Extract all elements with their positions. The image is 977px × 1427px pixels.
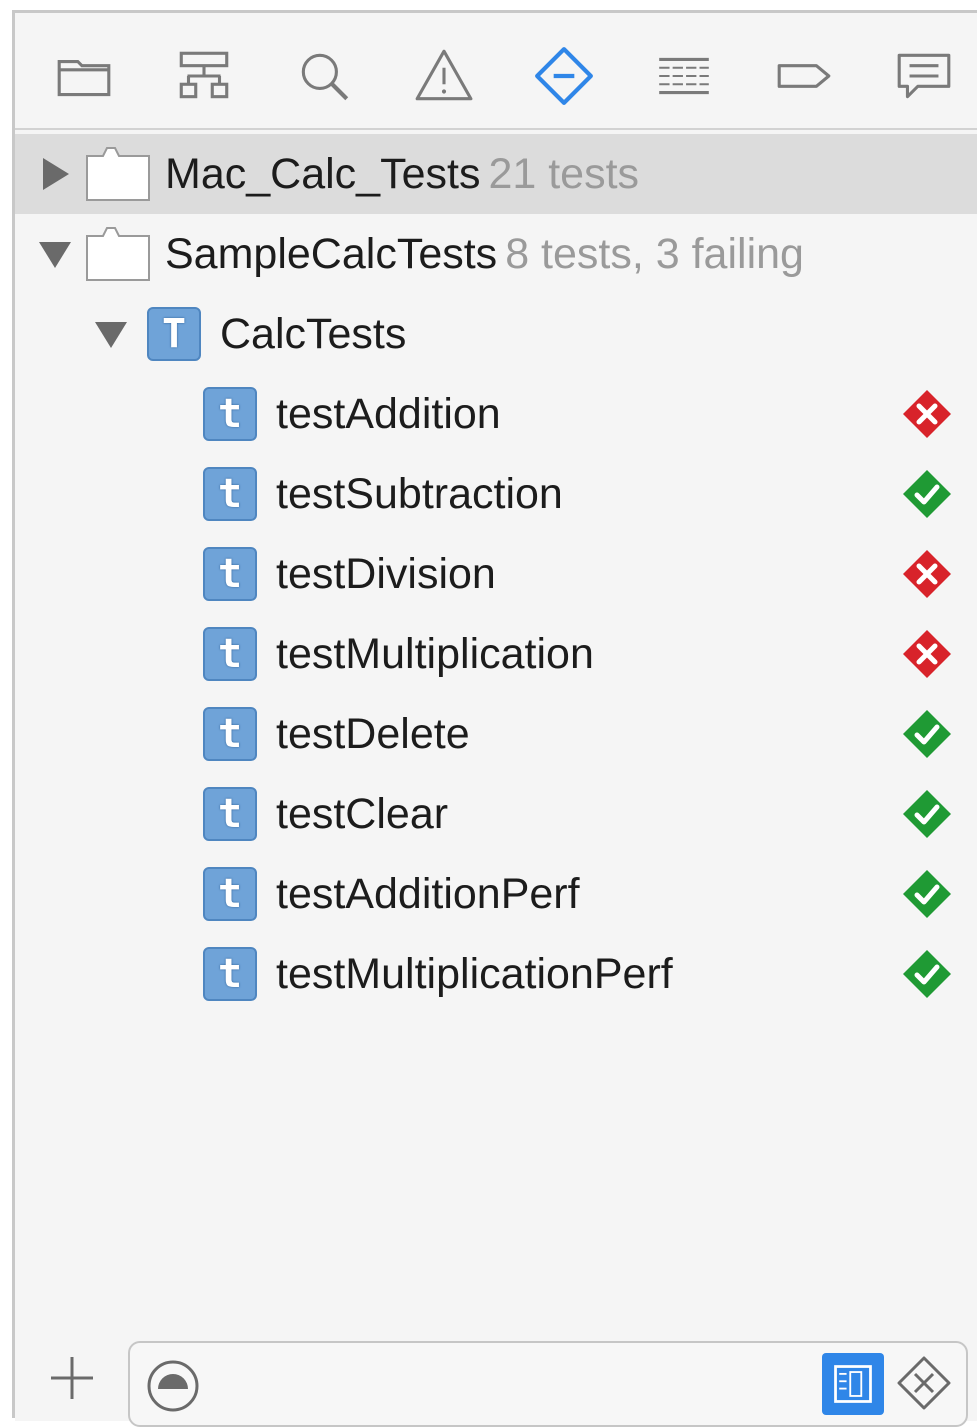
plus-icon[interactable] xyxy=(47,1353,97,1403)
navigator-toolbar xyxy=(15,13,977,130)
test-method-label: testAdditionPerf xyxy=(276,870,580,918)
scheme-filter-toggle[interactable] xyxy=(822,1353,884,1415)
warning-icon[interactable] xyxy=(411,43,477,109)
disclosure-expanded-icon[interactable] xyxy=(37,234,73,274)
filter-input[interactable] xyxy=(206,1353,810,1415)
test-method-icon: t xyxy=(203,947,257,1001)
filter-field[interactable] xyxy=(128,1341,968,1427)
search-icon[interactable] xyxy=(291,43,357,109)
test-method-label: testDivision xyxy=(276,550,496,598)
test-failed-icon[interactable] xyxy=(901,548,953,600)
test-method-row[interactable]: t testDivision xyxy=(15,534,977,614)
test-method-row[interactable]: t testDelete xyxy=(15,694,977,774)
breakpoint-icon[interactable] xyxy=(771,43,837,109)
test-failed-icon[interactable] xyxy=(901,388,953,440)
test-method-label: testMultiplicationPerf xyxy=(276,950,673,998)
failed-filter-icon[interactable] xyxy=(896,1355,952,1411)
test-method-row[interactable]: t testMultiplicationPerf xyxy=(15,934,977,1014)
test-passed-icon[interactable] xyxy=(901,868,953,920)
test-passed-icon[interactable] xyxy=(901,468,953,520)
test-method-row[interactable]: t testAdditionPerf xyxy=(15,854,977,934)
test-bundle-icon xyxy=(86,227,150,281)
test-bundle-icon xyxy=(86,147,150,201)
test-method-icon: t xyxy=(203,787,257,841)
hierarchy-icon[interactable] xyxy=(171,43,237,109)
test-passed-icon[interactable] xyxy=(901,948,953,1000)
debug-icon[interactable] xyxy=(651,43,717,109)
test-method-label: testAddition xyxy=(276,390,501,438)
scheme-filter-icon xyxy=(834,1365,872,1403)
test-navigator-icon[interactable] xyxy=(531,43,597,109)
test-method-icon: t xyxy=(203,707,257,761)
test-method-row[interactable]: t testSubtraction xyxy=(15,454,977,534)
recent-filter-icon[interactable] xyxy=(146,1359,200,1413)
test-method-label: testClear xyxy=(276,790,449,838)
test-passed-icon[interactable] xyxy=(901,788,953,840)
test-failed-icon[interactable] xyxy=(901,628,953,680)
test-class-row[interactable]: T CalcTests xyxy=(15,294,977,374)
test-bundle-label: SampleCalcTests 8 tests, 3 failing xyxy=(165,230,804,278)
navigator-filter-bar xyxy=(15,1325,977,1427)
disclosure-collapsed-icon[interactable] xyxy=(37,154,73,194)
test-bundle-label: Mac_Calc_Tests 21 tests xyxy=(165,150,640,198)
test-method-label: testDelete xyxy=(276,710,470,758)
test-class-label: CalcTests xyxy=(220,310,407,358)
test-method-icon: t xyxy=(203,867,257,921)
test-method-label: testMultiplication xyxy=(276,630,594,678)
test-method-icon: t xyxy=(203,547,257,601)
test-class-icon: T xyxy=(147,307,201,361)
test-method-icon: t xyxy=(203,387,257,441)
test-method-row[interactable]: t testMultiplication xyxy=(15,614,977,694)
report-icon[interactable] xyxy=(891,43,957,109)
test-method-icon: t xyxy=(203,627,257,681)
test-method-label: testSubtraction xyxy=(276,470,563,518)
test-bundle-row[interactable]: SampleCalcTests 8 tests, 3 failing xyxy=(15,214,977,294)
test-method-icon: t xyxy=(203,467,257,521)
test-passed-icon[interactable] xyxy=(901,708,953,760)
test-method-row[interactable]: t testAddition xyxy=(15,374,977,454)
folder-icon[interactable] xyxy=(51,43,117,109)
test-method-row[interactable]: t testClear xyxy=(15,774,977,854)
test-bundle-row[interactable]: Mac_Calc_Tests 21 tests xyxy=(15,134,977,214)
disclosure-expanded-icon[interactable] xyxy=(93,314,129,354)
test-navigator-panel: Mac_Calc_Tests 21 tests SampleCalcTests 8 … xyxy=(12,10,977,1427)
